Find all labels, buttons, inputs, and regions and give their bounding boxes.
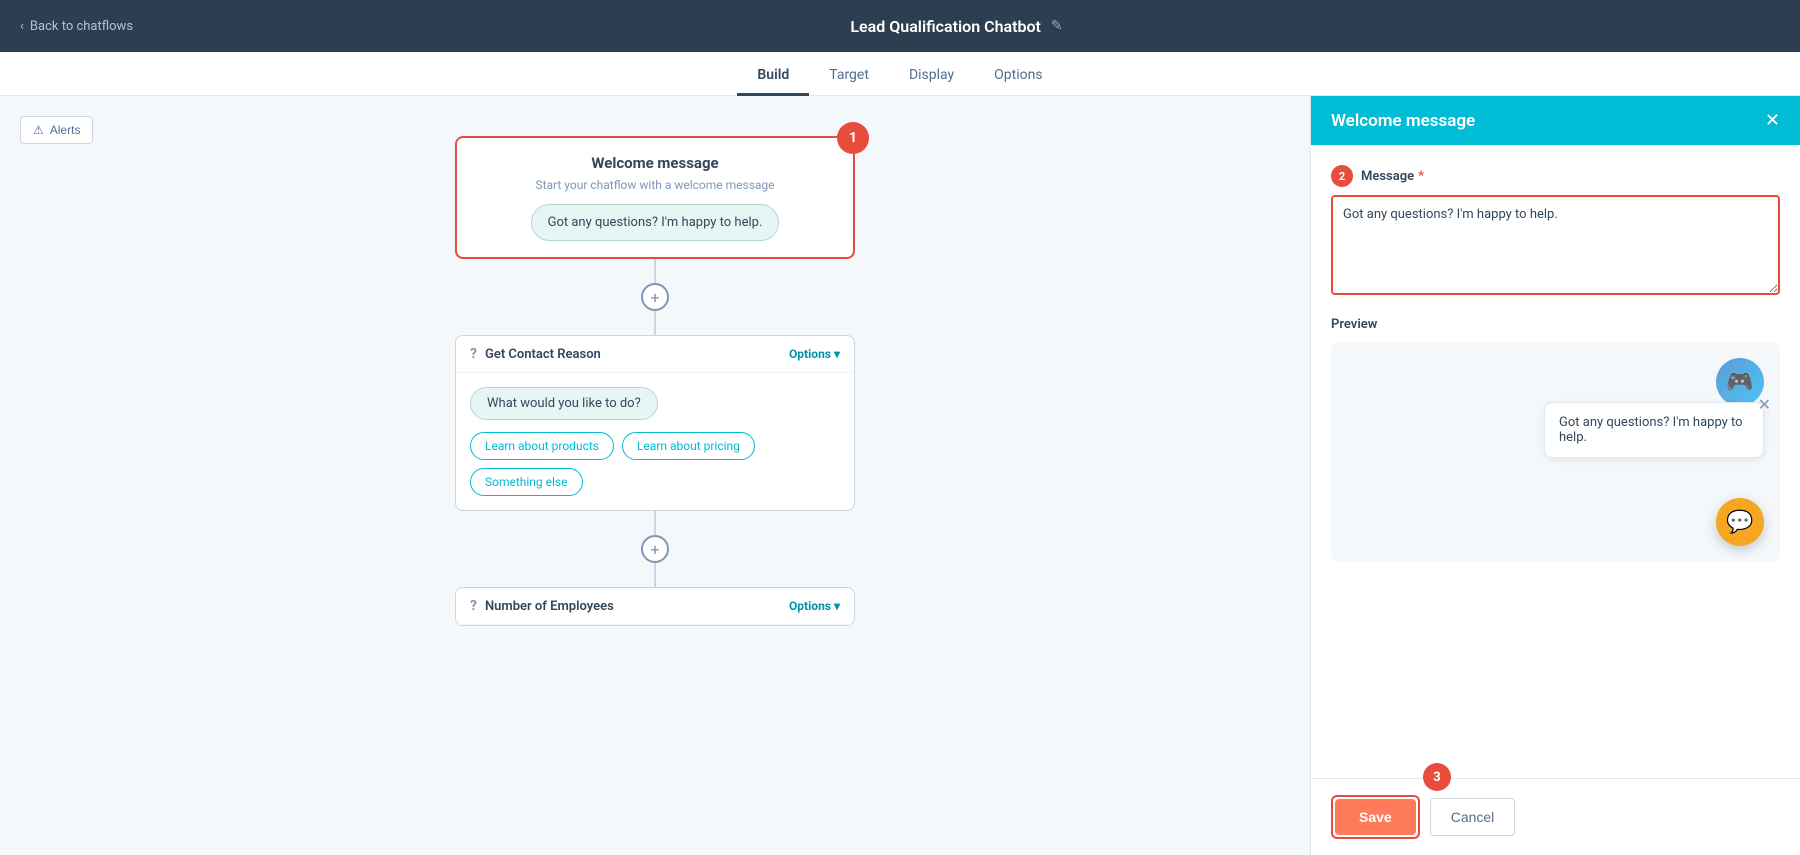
tab-build[interactable]: Build — [737, 57, 809, 96]
contact-reason-node: ? Get Contact Reason Options ▾ What woul… — [455, 335, 855, 511]
tab-options[interactable]: Options — [974, 57, 1062, 96]
choice-buttons: Learn about products Learn about pricing… — [470, 432, 840, 496]
contact-reason-body: What would you like to do? Learn about p… — [456, 373, 854, 510]
connector-2: + — [641, 511, 669, 587]
question-icon: ? — [470, 346, 477, 362]
number-of-employees-node: ? Number of Employees Options ▾ — [455, 587, 855, 626]
save-button-wrapper: Save — [1331, 795, 1420, 839]
add-node-button-2[interactable]: + — [641, 535, 669, 563]
connector-line-2 — [654, 311, 656, 335]
page-title: Lead Qualification Chatbot — [850, 17, 1040, 36]
welcome-chat-bubble: Got any questions? I'm happy to help. — [531, 204, 780, 241]
connector-line-3 — [654, 511, 656, 535]
tab-display[interactable]: Display — [889, 57, 974, 96]
flow-container: 1 Welcome message Start your chatflow wi… — [20, 116, 1290, 626]
panel-body: 2 Message * Preview 🎮 ✕ Got any question… — [1311, 145, 1800, 778]
welcome-node-subtitle: Start your chatflow with a welcome messa… — [473, 178, 837, 192]
contact-reason-header-left: ? Get Contact Reason — [470, 346, 601, 362]
panel-title: Welcome message — [1331, 111, 1475, 131]
chevron-down-icon: ▾ — [834, 347, 840, 361]
number-node-header-left: ? Number of Employees — [470, 598, 614, 614]
back-arrow-icon: ‹ — [20, 19, 24, 34]
question-bubble: What would you like to do? — [470, 387, 658, 420]
preview-chat-icon: 💬 — [1716, 498, 1764, 546]
main-layout: ⚠ Alerts 1 Welcome message Start your ch… — [0, 96, 1800, 855]
preview-close-icon[interactable]: ✕ — [1758, 395, 1771, 414]
welcome-node[interactable]: 1 Welcome message Start your chatflow wi… — [455, 136, 855, 259]
tab-target[interactable]: Target — [809, 57, 889, 96]
step-badge-1: 1 — [837, 122, 869, 154]
preview-speech-bubble: ✕ Got any questions? I'm happy to help. — [1544, 402, 1764, 458]
alert-icon: ⚠ — [33, 123, 44, 137]
number-node-options-link[interactable]: Options ▾ — [789, 599, 840, 613]
canvas: ⚠ Alerts 1 Welcome message Start your ch… — [0, 96, 1310, 855]
add-node-button-1[interactable]: + — [641, 283, 669, 311]
save-button[interactable]: Save — [1335, 799, 1416, 835]
connector-1: + — [641, 259, 669, 335]
connector-line-1 — [654, 259, 656, 283]
choice-btn-2[interactable]: Something else — [470, 468, 583, 496]
choice-btn-1[interactable]: Learn about pricing — [622, 432, 755, 460]
step-badge-3: 3 — [1423, 763, 1451, 791]
panel-header: Welcome message ✕ — [1311, 96, 1800, 145]
contact-reason-options-link[interactable]: Options ▾ — [789, 347, 840, 361]
top-nav: ‹ Back to chatflows Lead Qualification C… — [0, 0, 1800, 52]
preview-label: Preview — [1331, 317, 1780, 332]
preview-box: 🎮 ✕ Got any questions? I'm happy to help… — [1331, 342, 1780, 562]
alerts-button[interactable]: ⚠ Alerts — [20, 116, 93, 144]
chevron-down-icon-2: ▾ — [834, 599, 840, 613]
back-label: Back to chatflows — [30, 19, 133, 34]
nav-center: Lead Qualification Chatbot ✎ — [133, 17, 1780, 36]
panel-close-button[interactable]: ✕ — [1765, 110, 1780, 131]
choice-btn-0[interactable]: Learn about products — [470, 432, 614, 460]
step-badge-2: 2 — [1331, 165, 1353, 187]
connector-line-4 — [654, 563, 656, 587]
message-textarea[interactable] — [1331, 195, 1780, 295]
contact-reason-title: Get Contact Reason — [485, 347, 601, 362]
right-panel: Welcome message ✕ 2 Message * Preview 🎮 … — [1310, 96, 1800, 855]
panel-footer: 3 Save Cancel — [1311, 778, 1800, 855]
number-node-title: Number of Employees — [485, 599, 614, 614]
message-field-label: 2 Message * — [1331, 165, 1780, 187]
number-question-icon: ? — [470, 598, 477, 614]
welcome-node-title: Welcome message — [473, 154, 837, 172]
required-marker: * — [1418, 169, 1424, 184]
sub-nav: Build Target Display Options — [0, 52, 1800, 96]
edit-title-icon[interactable]: ✎ — [1051, 18, 1063, 34]
back-to-chatflows-link[interactable]: ‹ Back to chatflows — [20, 19, 133, 34]
contact-reason-header: ? Get Contact Reason Options ▾ — [456, 336, 854, 373]
number-node-header: ? Number of Employees Options ▾ — [456, 588, 854, 625]
cancel-button[interactable]: Cancel — [1430, 798, 1516, 836]
